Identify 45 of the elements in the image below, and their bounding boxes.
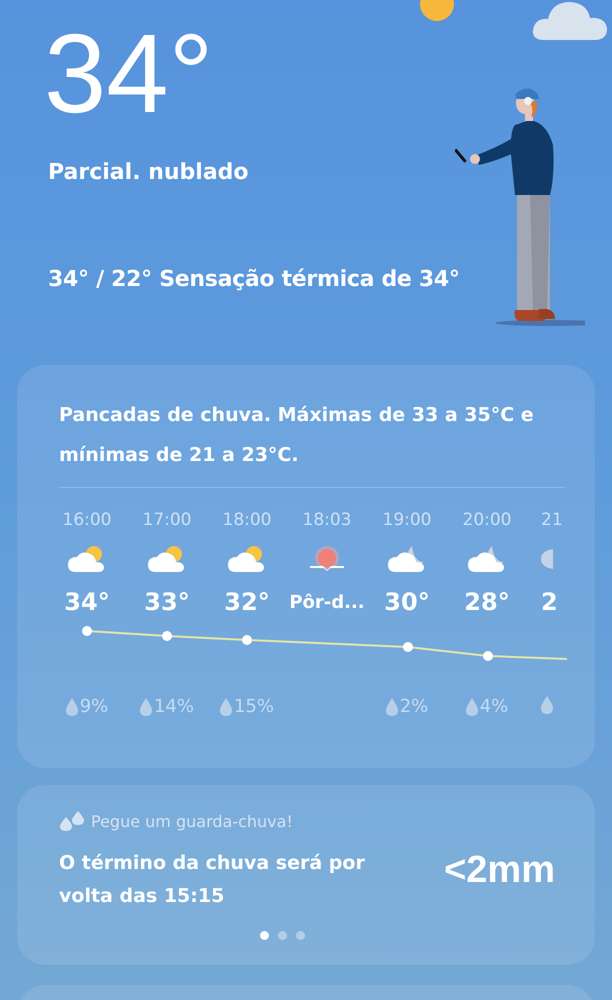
cloud-sun-icon xyxy=(68,544,106,574)
page-dot[interactable] xyxy=(278,931,286,940)
cloud-moon-icon xyxy=(388,544,426,574)
cloud-icon xyxy=(532,0,608,42)
forecast-summary: Pancadas de chuva. Máximas de 33 a 35°C e mínimas de 21 a 23°C. xyxy=(59,403,535,468)
raindrop-icon xyxy=(386,698,398,716)
raindrop-icon xyxy=(66,698,78,716)
hour-time: 16:00 xyxy=(62,510,112,530)
hour-temperature: Pôr-d... xyxy=(289,592,365,613)
precipitation-chance: 4% xyxy=(480,696,508,717)
raindrops-icon xyxy=(59,811,85,831)
hour-time: 17:00 xyxy=(142,510,192,530)
rain-amount: <2mm xyxy=(444,849,555,892)
hour-temperature: 32° xyxy=(224,588,270,616)
cloud-sun-icon xyxy=(228,544,266,574)
precipitation-chance: 9% xyxy=(80,696,108,717)
precipitation-chance: 14% xyxy=(154,696,194,717)
current-temperature: 34° xyxy=(44,18,214,130)
sunset-icon xyxy=(308,544,346,574)
hour-temperature: 34° xyxy=(64,588,110,616)
hour-time: 18:03 xyxy=(302,510,352,530)
moon-icon xyxy=(541,547,553,571)
rain-card-header: Pegue um guarda-chuva! xyxy=(91,812,293,830)
sun-icon xyxy=(419,0,455,24)
hour-temperature: 28° xyxy=(464,588,510,616)
raindrop-icon xyxy=(466,698,478,716)
hour-time: 20:00 xyxy=(462,510,512,530)
hour-time: 19:00 xyxy=(382,510,432,530)
hour-time: 18:00 xyxy=(222,510,272,530)
precipitation-chance: 2% xyxy=(400,696,428,717)
hour-time: 21 xyxy=(541,510,563,530)
cloud-moon-icon xyxy=(468,544,506,574)
hour-temperature: 2 xyxy=(541,588,558,616)
cloud-sun-icon xyxy=(148,544,186,574)
raindrop-icon xyxy=(140,698,152,716)
rain-message: O término da chuva será por volta das 15:15 xyxy=(59,851,366,909)
raindrop-icon xyxy=(220,698,232,716)
hour-temperature: 33° xyxy=(144,588,190,616)
precipitation-chance: 15% xyxy=(234,696,274,717)
raindrop-icon xyxy=(541,696,553,714)
temperature-range: 34° / 22° Sensação térmica de 34° xyxy=(48,267,461,292)
hour-temperature: 30° xyxy=(384,588,430,616)
page-dot[interactable] xyxy=(296,931,304,940)
weather-condition: Parcial. nublado xyxy=(48,160,250,185)
page-dot[interactable] xyxy=(260,931,268,940)
